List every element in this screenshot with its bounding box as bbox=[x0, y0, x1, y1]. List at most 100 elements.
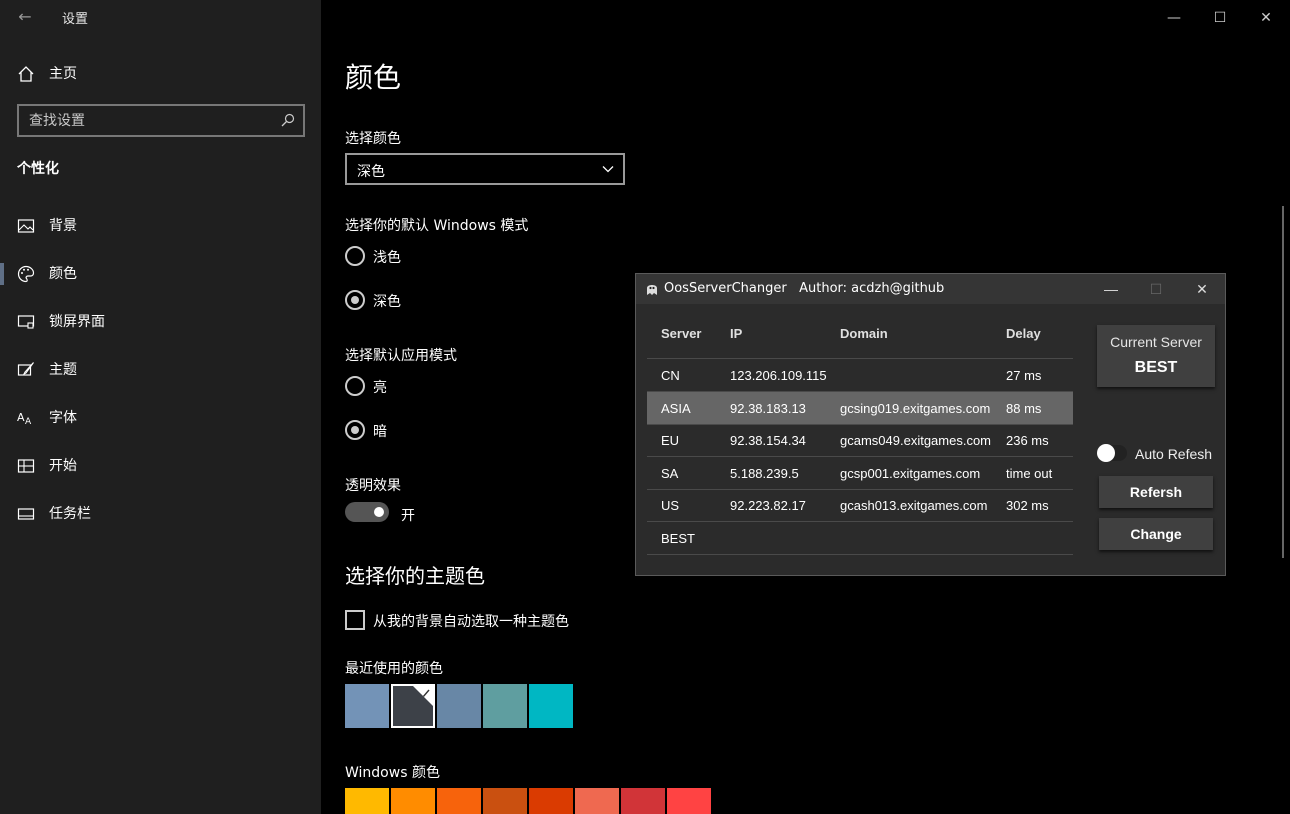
radio-button[interactable] bbox=[345, 376, 365, 396]
oos-titlebar[interactable]: OosServerChanger Author: acdzh@github — … bbox=[636, 274, 1225, 304]
table-cell-delay: time out bbox=[1006, 465, 1053, 481]
table-cell-server: SA bbox=[661, 465, 679, 481]
column-header-ip[interactable]: IP bbox=[730, 326, 742, 341]
sidebar-item-label: 锁屏界面 bbox=[49, 314, 105, 330]
sidebar-item-lockscreen[interactable]: 锁屏界面 bbox=[0, 302, 321, 342]
windows-color-swatch[interactable] bbox=[529, 788, 573, 814]
oos-window-title: OosServerChanger Author: acdzh@github bbox=[664, 281, 944, 296]
scrollbar[interactable] bbox=[1282, 206, 1284, 558]
sidebar-item-background[interactable]: 背景 bbox=[0, 206, 321, 246]
column-header-server[interactable]: Server bbox=[661, 326, 701, 341]
choose-color-dropdown[interactable]: 深色 bbox=[345, 153, 625, 185]
sidebar-item-label: 背景 bbox=[49, 218, 77, 234]
lock-screen-icon bbox=[17, 315, 35, 329]
table-row[interactable]: US 92.223.82.17 gcash013.exitgames.com 302 … bbox=[647, 489, 1073, 523]
table-cell-ip: 92.223.82.17 bbox=[730, 498, 806, 514]
choose-color-label: 选择颜色 bbox=[345, 131, 401, 147]
recent-colors bbox=[345, 684, 573, 728]
close-icon[interactable]: ✕ bbox=[1187, 278, 1217, 300]
windows-color-swatch[interactable] bbox=[483, 788, 527, 814]
close-icon[interactable]: ✕ bbox=[1243, 6, 1289, 30]
back-arrow-icon[interactable]: ← bbox=[14, 7, 36, 27]
color-swatch[interactable] bbox=[345, 684, 389, 728]
minimize-icon[interactable]: — bbox=[1151, 6, 1197, 30]
table-row[interactable]: EU 92.38.154.34 gcams049.exitgames.com 236 … bbox=[647, 424, 1073, 458]
table-cell-server: BEST bbox=[661, 531, 695, 546]
app-mode-label: 选择默认应用模式 bbox=[345, 348, 457, 364]
radio-button[interactable] bbox=[345, 420, 365, 440]
sidebar-item-taskbar[interactable]: 任务栏 bbox=[0, 494, 321, 534]
change-button[interactable]: Change bbox=[1099, 518, 1213, 550]
svg-text:A: A bbox=[17, 411, 25, 424]
sidebar-item-label: 字体 bbox=[49, 410, 77, 426]
sidebar-item-colors[interactable]: 颜色 bbox=[0, 254, 321, 294]
table-cell-delay: 27 ms bbox=[1006, 368, 1042, 383]
checkbox-label: 从我的背景自动选取一种主题色 bbox=[373, 614, 569, 630]
auto-accent-checkbox[interactable] bbox=[345, 610, 365, 630]
sidebar-item-themes[interactable]: 主题 bbox=[0, 350, 321, 390]
windows-color-swatch[interactable] bbox=[391, 788, 435, 814]
search-input[interactable] bbox=[19, 106, 269, 135]
table-cell-ip: 92.38.154.34 bbox=[730, 433, 806, 449]
radio-button[interactable] bbox=[345, 290, 365, 310]
svg-text:A: A bbox=[25, 417, 32, 427]
table-row[interactable]: SA 5.188.239.5 gcsp001.exitgames.com time o… bbox=[647, 457, 1073, 490]
windows-color-swatch[interactable] bbox=[667, 788, 711, 814]
transparency-toggle[interactable] bbox=[345, 502, 389, 522]
color-swatch[interactable] bbox=[483, 684, 527, 728]
table-row[interactable]: CN 123.206.109.115 27 ms bbox=[647, 359, 1073, 392]
current-server-value: BEST bbox=[1134, 359, 1178, 376]
dropdown-value: 深色 bbox=[357, 164, 385, 180]
windows-color-swatch[interactable] bbox=[575, 788, 619, 814]
home-icon bbox=[18, 66, 34, 82]
minimize-icon[interactable]: — bbox=[1096, 278, 1126, 300]
color-swatch[interactable] bbox=[529, 684, 573, 728]
column-header-domain[interactable]: Domain bbox=[840, 326, 888, 341]
windows-colors bbox=[345, 788, 711, 814]
checkmark-icon bbox=[413, 686, 433, 706]
table-row[interactable]: BEST bbox=[647, 522, 1073, 555]
radio-label: 暗 bbox=[373, 424, 387, 440]
refresh-button[interactable]: Refersh bbox=[1099, 476, 1213, 508]
nav-home[interactable]: 主页 bbox=[0, 56, 321, 92]
transparency-state: 开 bbox=[401, 508, 415, 524]
radio-label: 浅色 bbox=[373, 250, 401, 266]
table-cell-ip: 123.206.109.115 bbox=[730, 368, 827, 383]
table-cell-delay: 302 ms bbox=[1006, 498, 1049, 514]
color-swatch-selected[interactable] bbox=[391, 684, 435, 728]
column-header-delay[interactable]: Delay bbox=[1006, 326, 1041, 341]
maximize-icon[interactable]: ☐ bbox=[1197, 6, 1243, 30]
auto-refresh-toggle[interactable] bbox=[1097, 444, 1127, 462]
chevron-down-icon bbox=[602, 166, 614, 173]
table-row[interactable]: ASIA 92.38.183.13 gcsing019.exitgames.com 8… bbox=[647, 391, 1073, 425]
windows-color-swatch[interactable] bbox=[621, 788, 665, 814]
sidebar-item-start[interactable]: 开始 bbox=[0, 446, 321, 486]
radio-button[interactable] bbox=[345, 246, 365, 266]
search-box[interactable] bbox=[17, 104, 305, 137]
app-name: OosServerChanger bbox=[664, 281, 787, 296]
search-icon[interactable] bbox=[281, 113, 295, 127]
auto-refresh-label: Auto Refesh bbox=[1135, 446, 1213, 462]
font-icon: A A bbox=[17, 411, 32, 427]
table-header: Server IP Domain Delay bbox=[647, 317, 1073, 359]
current-server-label: Current Server bbox=[1110, 334, 1202, 350]
maximize-icon: ☐ bbox=[1149, 281, 1163, 297]
author-label: Author: acdzh@github bbox=[799, 281, 945, 296]
table-cell-ip: 92.38.183.13 bbox=[730, 400, 806, 416]
sidebar-item-label: 颜色 bbox=[49, 266, 77, 282]
table-cell-domain: gcsing019.exitgames.com bbox=[840, 400, 991, 416]
windows-color-swatch[interactable] bbox=[345, 788, 389, 814]
table-cell-delay: 88 ms bbox=[1006, 400, 1042, 416]
current-server-box: Current Server BEST bbox=[1097, 325, 1215, 387]
sidebar-item-label: 任务栏 bbox=[49, 506, 91, 522]
page-title: 颜色 bbox=[345, 61, 402, 94]
sidebar-item-label: 主题 bbox=[49, 362, 77, 378]
selection-indicator bbox=[0, 263, 4, 285]
color-swatch[interactable] bbox=[437, 684, 481, 728]
radio-label: 深色 bbox=[373, 294, 401, 310]
windows-color-swatch[interactable] bbox=[437, 788, 481, 814]
sidebar-item-fonts[interactable]: A A 字体 bbox=[0, 398, 321, 438]
windows-mode-label: 选择你的默认 Windows 模式 bbox=[345, 218, 529, 234]
oos-server-changer-window: OosServerChanger Author: acdzh@github — … bbox=[635, 273, 1226, 576]
sidebar-item-label: 开始 bbox=[49, 458, 77, 474]
